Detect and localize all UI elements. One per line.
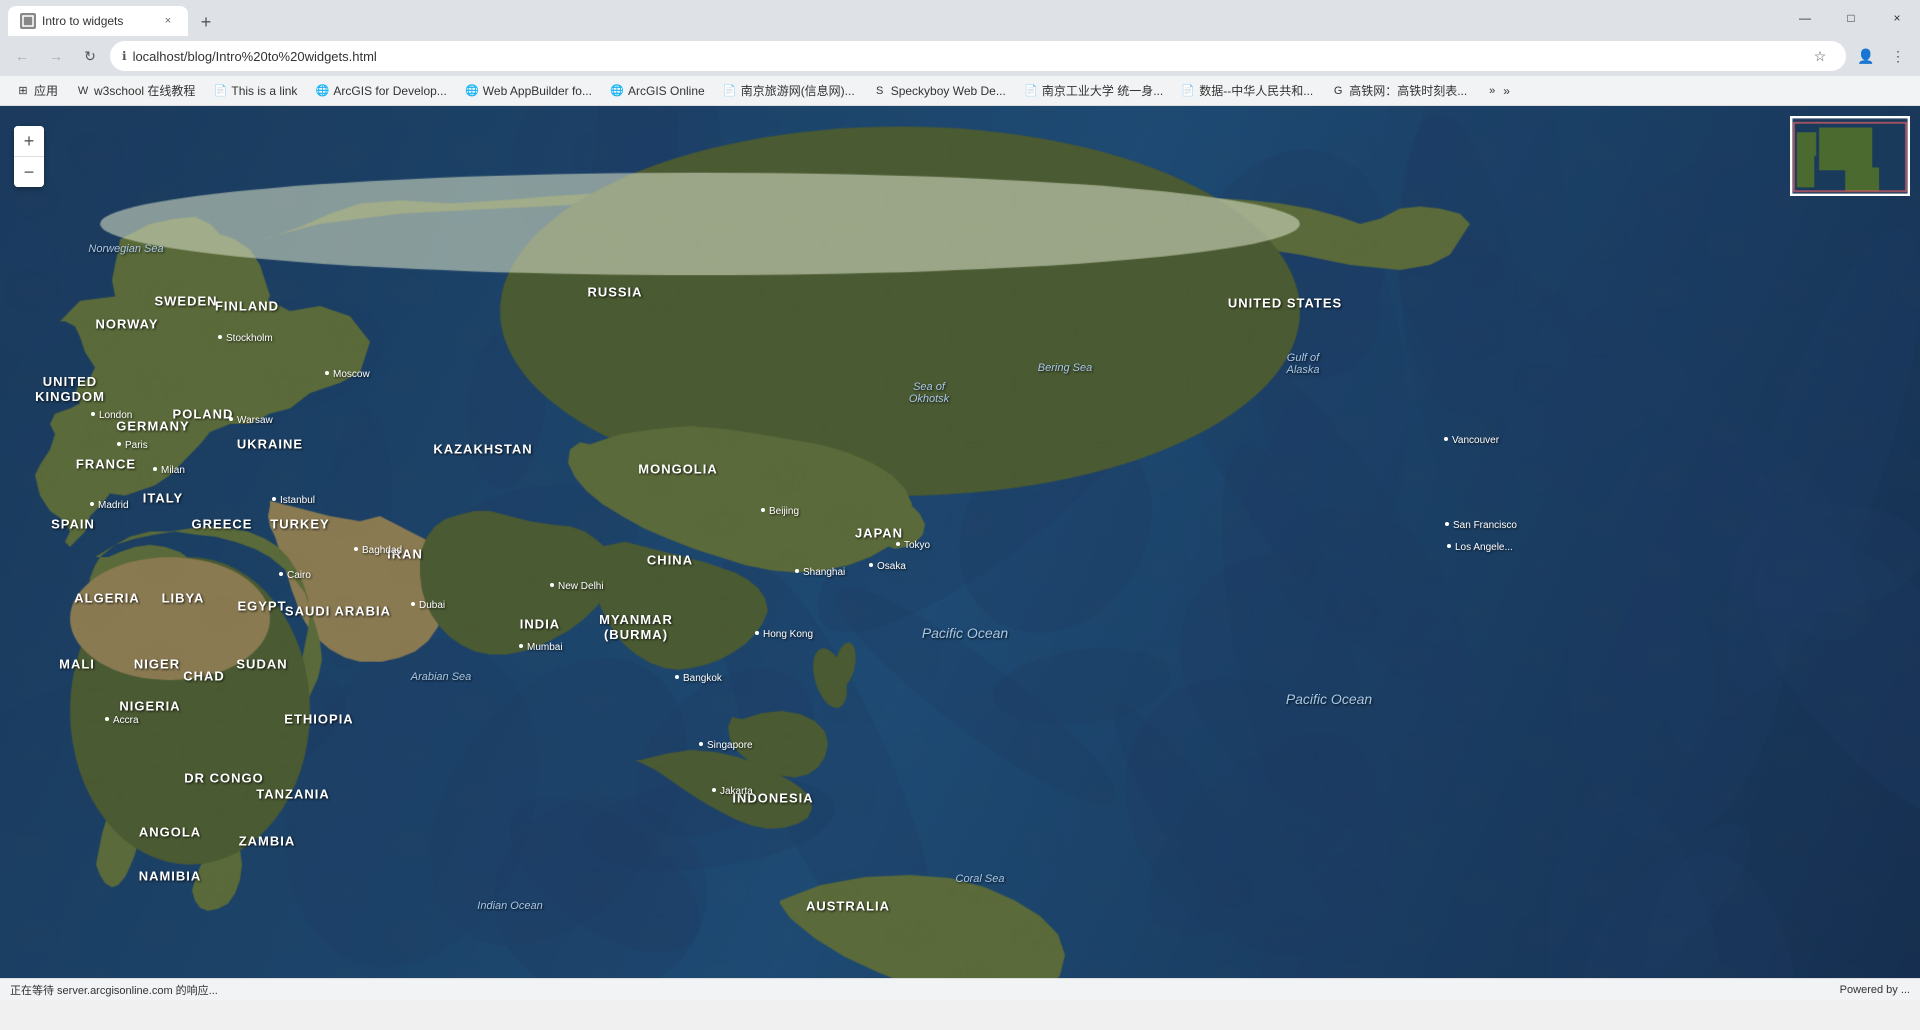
bookmark-label-this-is-a-link: This is a link <box>231 84 297 98</box>
bookmark-icon-gaotie: G <box>1331 84 1345 98</box>
bookmarks-bar: ⊞ 应用 Ww3school 在线教程 📄 This is a link 🌐 ArcGIS … <box>0 76 1920 106</box>
bookmark-icon-arcgis-online: 🌐 <box>610 84 624 98</box>
bookmark-label-data-china: 数据--中华人民共和... <box>1199 82 1313 99</box>
status-text-right: Powered by ... <box>1840 984 1910 996</box>
bookmark-label-speckyboy: Speckyboy Web De... <box>891 84 1006 98</box>
bookmark-label-web-appbuilder: Web AppBuilder fo... <box>483 84 592 98</box>
bookmark-label-nanjing-travel: 南京旅游网(信息网)... <box>741 82 855 99</box>
bookmark-icon-nanjing-travel: 📄 <box>723 84 737 98</box>
close-button[interactable]: × <box>1874 0 1920 36</box>
minimap[interactable] <box>1790 116 1910 196</box>
active-tab[interactable]: Intro to widgets × <box>8 6 188 36</box>
bookmark-icon-web-appbuilder: 🌐 <box>465 84 479 98</box>
bookmark-item-web-appbuilder[interactable]: 🌐 Web AppBuilder fo... <box>457 82 600 100</box>
bookmark-label-gaotie: 高铁网：高铁时刻表... <box>1349 82 1467 99</box>
zoom-controls: + − <box>14 126 44 187</box>
bookmark-icon-nanjing-tech: 📄 <box>1024 84 1038 98</box>
status-bar: 正在等待 server.arcgisonline.com 的响应... Powe… <box>0 978 1920 1000</box>
bookmark-label-arcgis-online: ArcGIS Online <box>628 84 705 98</box>
bookmark-icon-more: » <box>1485 84 1499 98</box>
zoom-out-button[interactable]: − <box>14 157 44 187</box>
lock-icon: ℹ <box>122 49 127 63</box>
url-text: localhost/blog/Intro%20to%20widgets.html <box>133 49 1806 64</box>
bookmark-item-nanjing-travel[interactable]: 📄 南京旅游网(信息网)... <box>715 80 863 101</box>
bookmark-icon-arcgis-dev: 🌐 <box>315 84 329 98</box>
maximize-button[interactable]: □ <box>1828 0 1874 36</box>
back-button[interactable]: ← <box>8 42 36 70</box>
tab-favicon <box>20 13 36 29</box>
bookmark-item-apps[interactable]: ⊞ 应用 <box>8 80 66 101</box>
status-text-left: 正在等待 server.arcgisonline.com 的响应... <box>10 982 1840 998</box>
url-bar[interactable]: ℹ localhost/blog/Intro%20to%20widgets.ht… <box>110 41 1846 71</box>
address-bar: ← → ↻ ℹ localhost/blog/Intro%20to%20widg… <box>0 36 1920 76</box>
toolbar-right: 👤 ⋮ <box>1852 42 1912 70</box>
zoom-in-button[interactable]: + <box>14 126 44 156</box>
bookmark-item-arcgis-dev[interactable]: 🌐 ArcGIS for Develop... <box>307 82 454 100</box>
bookmark-item-speckyboy[interactable]: S Speckyboy Web De... <box>865 82 1014 100</box>
bookmark-item-more[interactable]: »» <box>1477 82 1518 100</box>
bookmark-item-arcgis-online[interactable]: 🌐 ArcGIS Online <box>602 82 713 100</box>
bookmark-icon-w3school: W <box>76 84 90 98</box>
bookmark-star-button[interactable]: ☆ <box>1806 42 1834 70</box>
bookmark-icon-apps: ⊞ <box>16 84 30 98</box>
bookmark-label-more: » <box>1503 84 1510 98</box>
map-container[interactable]: NORWAYSWEDENFINLANDUNITEDKINGDOMRUSSIAPO… <box>0 106 1920 1000</box>
bookmark-item-w3school[interactable]: Ww3school 在线教程 <box>68 80 203 101</box>
bookmark-item-nanjing-tech[interactable]: 📄 南京工业大学 统一身... <box>1016 80 1171 101</box>
bookmark-label-apps: 应用 <box>34 82 58 99</box>
new-tab-button[interactable]: + <box>192 8 220 36</box>
tab-title: Intro to widgets <box>42 14 154 28</box>
reload-button[interactable]: ↻ <box>76 42 104 70</box>
bookmark-item-this-is-a-link[interactable]: 📄 This is a link <box>205 82 305 100</box>
bookmark-item-gaotie[interactable]: G 高铁网：高铁时刻表... <box>1323 80 1475 101</box>
bookmark-label-arcgis-dev: ArcGIS for Develop... <box>333 84 446 98</box>
bookmark-label-nanjing-tech: 南京工业大学 统一身... <box>1042 82 1163 99</box>
browser-chrome: Intro to widgets × + — □ × ← → ↻ ℹ local… <box>0 0 1920 106</box>
minimize-button[interactable]: — <box>1782 0 1828 36</box>
bookmark-icon-this-is-a-link: 📄 <box>213 84 227 98</box>
profile-button[interactable]: 👤 <box>1852 42 1880 70</box>
menu-button[interactable]: ⋮ <box>1884 42 1912 70</box>
window-controls: — □ × <box>1782 0 1920 36</box>
forward-button[interactable]: → <box>42 42 70 70</box>
bookmark-item-data-china[interactable]: 📄 数据--中华人民共和... <box>1173 80 1321 101</box>
bookmark-icon-data-china: 📄 <box>1181 84 1195 98</box>
bookmark-label-w3school: w3school 在线教程 <box>94 82 195 99</box>
tab-bar: Intro to widgets × + — □ × <box>0 0 1920 36</box>
tab-close-button[interactable]: × <box>160 13 176 29</box>
bookmark-icon-speckyboy: S <box>873 84 887 98</box>
